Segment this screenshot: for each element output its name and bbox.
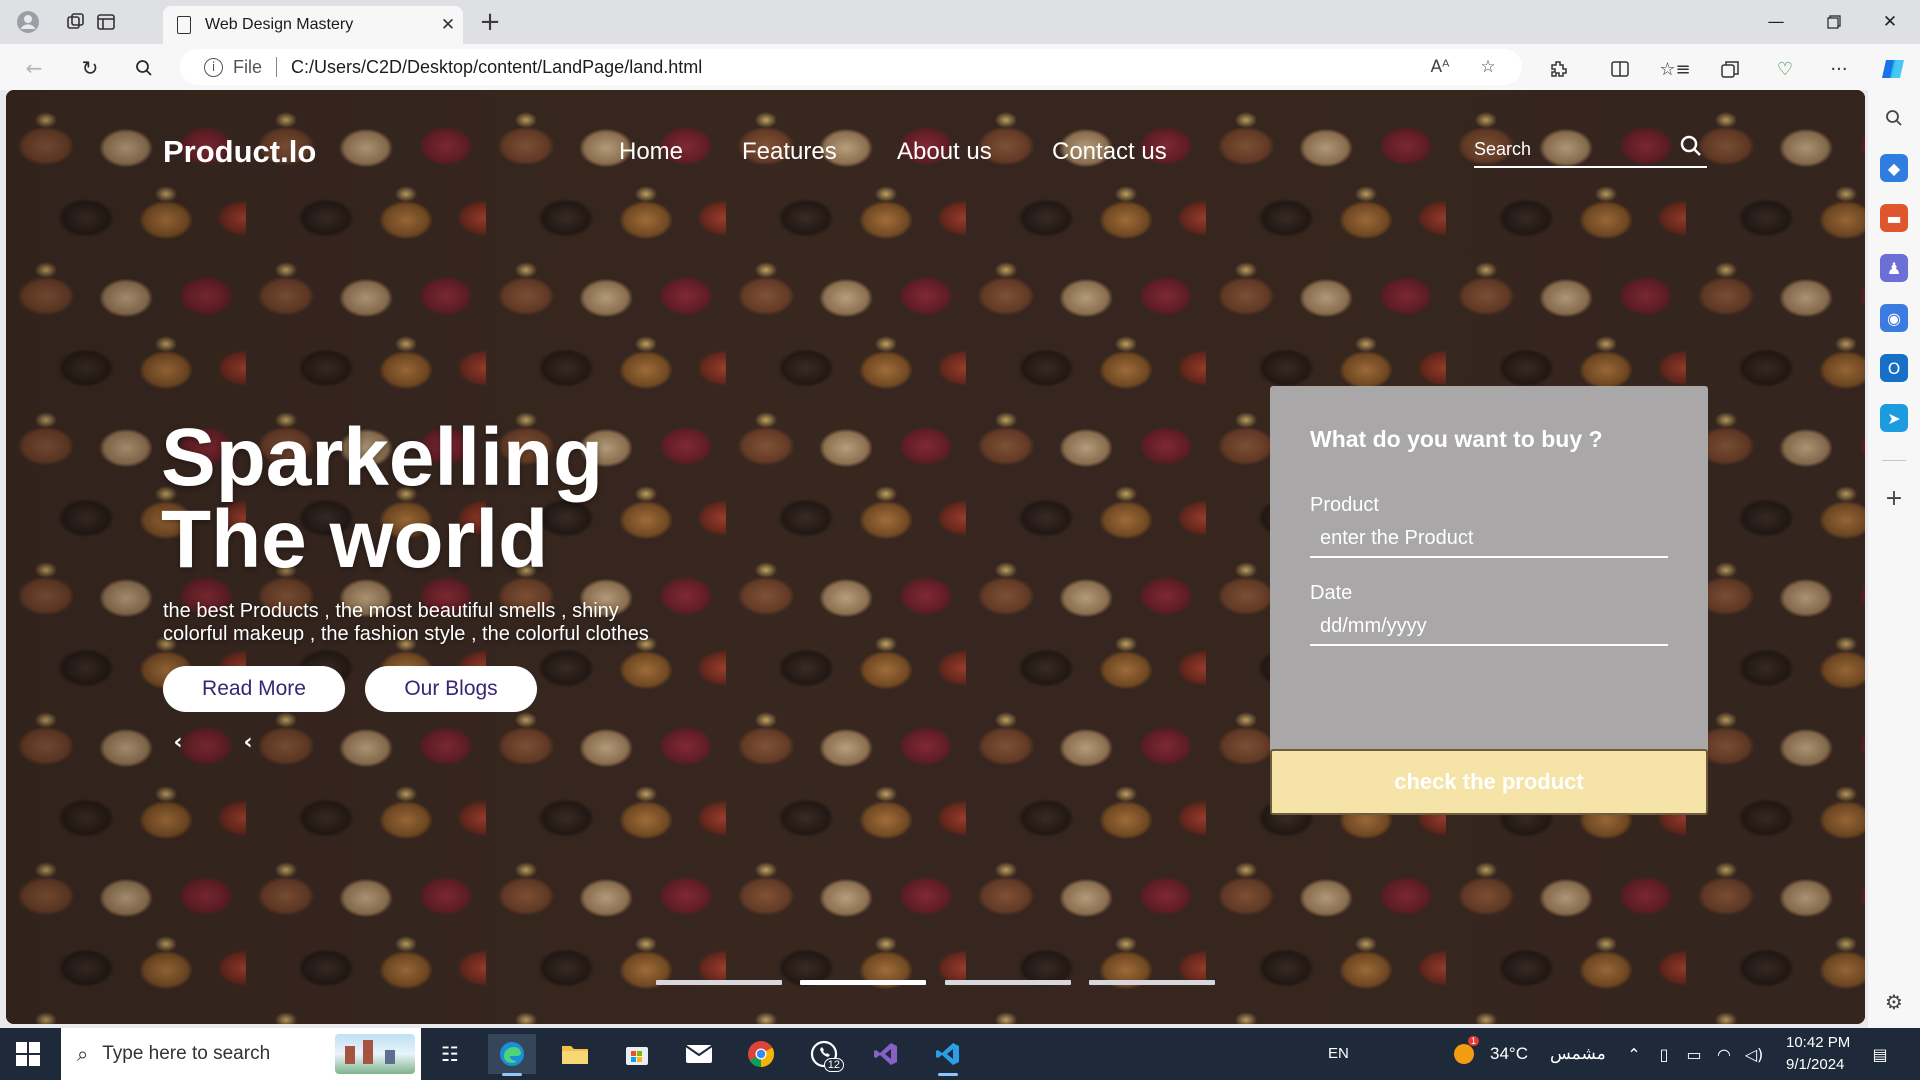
- refresh-button[interactable]: ↻: [74, 52, 106, 84]
- visual-studio-icon[interactable]: [862, 1034, 910, 1074]
- copilot-icon[interactable]: [1878, 54, 1908, 84]
- windows-start-icon[interactable]: [16, 1042, 40, 1066]
- nav-features[interactable]: Features: [742, 138, 837, 166]
- address-field[interactable]: i File C:/Users/C2D/Desktop/content/Land…: [180, 49, 1522, 85]
- nav-about[interactable]: About us: [897, 138, 992, 166]
- workspaces-icon[interactable]: [62, 8, 90, 36]
- slide-indicator-2[interactable]: [800, 980, 926, 985]
- site-search: [1474, 126, 1707, 168]
- tab-title: Web Design Mastery: [205, 16, 354, 33]
- outlook-icon[interactable]: O: [1880, 354, 1908, 382]
- url-text[interactable]: C:/Users/C2D/Desktop/content/LandPage/la…: [291, 57, 1426, 78]
- brand-logo[interactable]: Product.lo: [163, 134, 316, 170]
- our-blogs-button[interactable]: Our Blogs: [365, 666, 537, 712]
- microsoft-store-icon[interactable]: [613, 1034, 661, 1074]
- chevron-up-icon[interactable]: ⌃: [1624, 1044, 1644, 1064]
- edge-taskbar-icon[interactable]: [488, 1034, 536, 1076]
- nav-contact[interactable]: Contact us: [1052, 138, 1167, 166]
- product-label: Product: [1310, 494, 1379, 516]
- slide-indicator-1[interactable]: [656, 980, 782, 985]
- date-label: Date: [1310, 582, 1353, 604]
- volume-icon[interactable]: ◁): [1744, 1044, 1764, 1064]
- taskbar-search-placeholder: Type here to search: [102, 1043, 271, 1064]
- sidebar-divider: [1882, 460, 1906, 461]
- more-menu-icon[interactable]: ···: [1824, 54, 1854, 84]
- url-scheme-label: File: [233, 56, 263, 77]
- edge-sidebar: ◆ ▬ ♟ ◉ O ➤ + ⚙: [1868, 90, 1920, 1028]
- taskbar-search-icon: ⌕: [77, 1042, 89, 1066]
- tools-briefcase-icon[interactable]: ▬: [1880, 204, 1908, 232]
- weather-badge: 1: [1468, 1036, 1480, 1046]
- restore-button[interactable]: [1812, 8, 1856, 36]
- taskbar-search-box[interactable]: ⌕ Type here to search: [61, 1028, 421, 1080]
- close-window-button[interactable]: ✕: [1868, 8, 1912, 36]
- battery-icon[interactable]: ▭: [1684, 1044, 1704, 1064]
- shopping-tag-icon[interactable]: ◆: [1880, 154, 1908, 182]
- slide-indicator-4[interactable]: [1089, 980, 1215, 985]
- tab-active[interactable]: Web Design Mastery ✕: [163, 6, 463, 44]
- search-icon[interactable]: [1679, 134, 1703, 158]
- whatsapp-badge: 12: [823, 1058, 844, 1072]
- vscode-icon[interactable]: [924, 1034, 972, 1076]
- slider-prev-arrow[interactable]: ‹: [166, 730, 190, 755]
- task-view-icon[interactable]: ☷: [426, 1034, 474, 1074]
- sidebar-search-icon[interactable]: [1880, 104, 1908, 132]
- vertical-tabs-icon[interactable]: [92, 8, 120, 36]
- page-viewport: Product.lo Home Features About us Contac…: [6, 90, 1865, 1024]
- search-highlight-image[interactable]: [335, 1034, 415, 1074]
- date-input[interactable]: [1310, 608, 1668, 646]
- chrome-icon[interactable]: [737, 1034, 785, 1074]
- clock-time[interactable]: 10:42 PM: [1786, 1034, 1850, 1051]
- close-icon[interactable]: ✕: [433, 15, 463, 35]
- clock-date[interactable]: 9/1/2024: [1786, 1056, 1844, 1073]
- tab-strip: Web Design Mastery ✕ + — ✕: [0, 0, 1920, 44]
- mail-icon[interactable]: [675, 1034, 723, 1074]
- form-title: What do you want to buy ?: [1310, 426, 1603, 452]
- hero-title: Sparkelling The world: [161, 417, 603, 581]
- slide-indicator-3[interactable]: [945, 980, 1071, 985]
- read-aloud-icon[interactable]: Aᴬ: [1426, 57, 1454, 77]
- hero-title-line1: Sparkelling: [161, 412, 604, 503]
- windows-taskbar: ⌕ Type here to search ☷ 12 EN 1 34°C مشم…: [0, 1028, 1920, 1080]
- product-input[interactable]: [1310, 520, 1668, 558]
- split-screen-icon[interactable]: [1605, 54, 1635, 84]
- site-search-input[interactable]: [1474, 136, 1664, 162]
- url-divider: [276, 57, 278, 77]
- sidebar-settings-icon[interactable]: ⚙: [1880, 988, 1908, 1016]
- running-app-indicator: [938, 1073, 958, 1076]
- browser-essentials-icon[interactable]: ♡: [1770, 54, 1800, 84]
- purchase-form: What do you want to buy ? Product Date: [1270, 386, 1708, 752]
- info-icon[interactable]: i: [204, 57, 223, 77]
- language-indicator[interactable]: EN: [1328, 1045, 1349, 1062]
- weather-condition[interactable]: مشمس: [1550, 1044, 1606, 1064]
- slider-next-arrow[interactable]: ‹: [236, 730, 260, 755]
- add-sidebar-app-icon[interactable]: +: [1880, 484, 1908, 512]
- profile-icon[interactable]: [14, 8, 42, 36]
- favorites-icon[interactable]: ☆≡: [1659, 54, 1690, 84]
- nav-home[interactable]: Home: [619, 138, 683, 166]
- active-app-indicator: [502, 1073, 522, 1076]
- whatsapp-icon[interactable]: 12: [800, 1034, 848, 1074]
- minimize-button[interactable]: —: [1754, 8, 1798, 36]
- back-button[interactable]: ←: [18, 52, 50, 84]
- wifi-icon[interactable]: ◠: [1714, 1044, 1734, 1064]
- new-tab-button[interactable]: +: [476, 7, 504, 37]
- notifications-icon[interactable]: ▤: [1870, 1044, 1890, 1064]
- file-explorer-icon[interactable]: [551, 1034, 599, 1074]
- send-icon[interactable]: ➤: [1880, 404, 1908, 432]
- page-icon: [177, 16, 191, 34]
- extensions-icon[interactable]: [1544, 54, 1574, 84]
- collections-icon[interactable]: [1715, 54, 1745, 84]
- device-icon[interactable]: ▯: [1654, 1044, 1674, 1064]
- weather-temperature[interactable]: 34°C: [1490, 1044, 1528, 1064]
- games-icon[interactable]: ♟: [1880, 254, 1908, 282]
- check-product-button[interactable]: check the product: [1270, 749, 1708, 815]
- read-more-button[interactable]: Read More: [163, 666, 345, 712]
- address-toolbar: ← ↻ i File C:/Users/C2D/Desktop/content/…: [0, 44, 1920, 90]
- favorite-star-icon[interactable]: ☆: [1474, 57, 1502, 77]
- microsoft-365-icon[interactable]: ◉: [1880, 304, 1908, 332]
- hero-title-line2: The world: [161, 494, 549, 585]
- hero-subtitle: the best Products , the most beautiful s…: [163, 600, 649, 645]
- search-icon[interactable]: [128, 52, 160, 84]
